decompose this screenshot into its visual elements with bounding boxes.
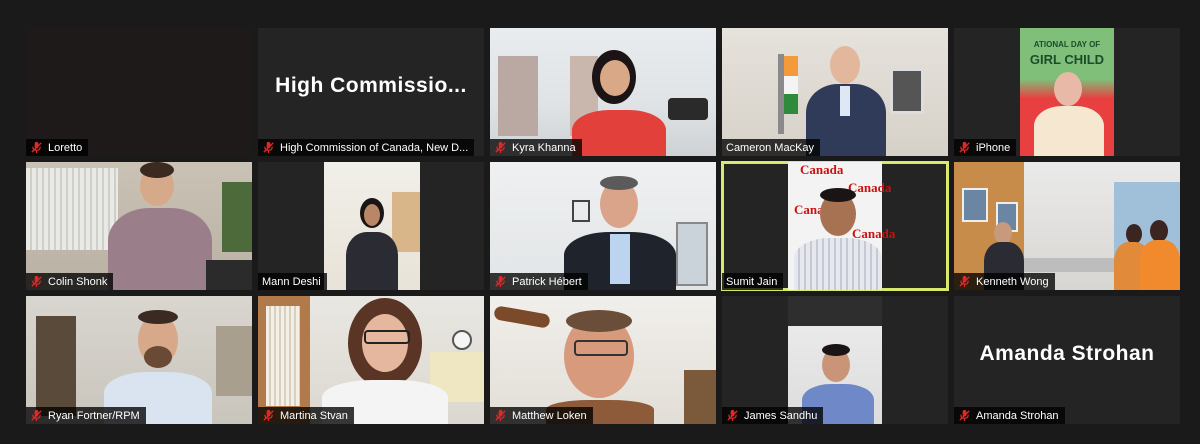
microphone-muted-icon [959,141,970,154]
participant-namebar: Martina Stvan [258,407,354,424]
microphone-muted-icon [495,275,506,288]
video-tile-matthew-loken[interactable]: Matthew Loken [490,296,716,424]
backdrop-canada-text: Canada [800,162,844,177]
participant-name: Sumit Jain [726,275,778,288]
participant-namebar: Loretto [26,139,89,156]
participant-name: High Commission of Canada, New D... [280,141,469,154]
participant-name: Kenneth Wong [976,275,1049,288]
video-feed: ATIONAL DAY OF GIRL CHILD [954,28,1180,156]
microphone-muted-icon [495,409,506,422]
participant-namebar: Colin Shonk [26,273,114,290]
video-tile-loretto[interactable]: Loretto [26,28,252,156]
microphone-muted-icon [959,275,970,288]
participant-namebar: Matthew Loken [490,407,593,424]
video-tile-patrick-hebert[interactable]: Patrick Hébert [490,162,716,290]
participant-name: Loretto [48,141,83,154]
video-tile-high-commission[interactable]: High Commissio... High Commission of Can… [258,28,484,156]
video-feed [490,296,716,424]
participant-namebar: Kyra Khanna [490,139,582,156]
microphone-muted-icon [959,409,970,422]
participant-display-name: Amanda Strohan [979,342,1155,365]
video-tile-james-sandhu[interactable]: James Sandhu [722,296,948,424]
video-tile-iphone[interactable]: ATIONAL DAY OF GIRL CHILD iPhone [954,28,1180,156]
participant-namebar: Patrick Hébert [490,273,588,290]
video-feed [490,28,716,156]
participant-name: Martina Stvan [280,409,348,422]
video-feed [490,162,716,290]
video-tile-ryan-fortner[interactable]: Ryan Fortner/RPM [26,296,252,424]
video-feed [258,296,484,424]
microphone-muted-icon [495,141,506,154]
video-feed [258,162,484,290]
participant-namebar: Cameron MacKay [722,139,821,156]
video-tile-kyra-khanna[interactable]: Kyra Khanna [490,28,716,156]
participant-name: Mann Deshi [262,275,321,288]
video-feed [722,28,948,156]
participant-namebar: Mann Deshi [258,273,327,290]
video-feed [722,296,948,424]
participant-namebar: Sumit Jain [722,273,784,290]
video-tile-martina-stvan[interactable]: Martina Stvan [258,296,484,424]
video-feed [26,296,252,424]
video-tile-sumit-jain[interactable]: Canada Canada Canada Canada Sumit Jain [721,161,949,291]
video-feed: Canada Canada Canada Canada [722,162,948,290]
video-feed [26,162,252,290]
microphone-muted-icon [263,409,274,422]
participant-namebar: Amanda Strohan [954,407,1065,424]
poster-line-2: GIRL CHILD [1029,52,1105,67]
participant-name: iPhone [976,141,1011,154]
microphone-muted-icon [31,409,42,422]
participant-name: Patrick Hébert [512,275,582,288]
video-tile-mann-deshi[interactable]: Mann Deshi [258,162,484,290]
participant-namebar: High Commission of Canada, New D... [258,139,475,156]
microphone-muted-icon [263,141,274,154]
participant-name: Kyra Khanna [512,141,576,154]
video-tile-cameron-mackay[interactable]: Cameron MacKay [722,28,948,156]
participant-name: Colin Shonk [48,275,108,288]
video-tile-colin-shonk[interactable]: Colin Shonk [26,162,252,290]
participant-namebar: iPhone [954,139,1017,156]
microphone-muted-icon [31,141,42,154]
participant-name: James Sandhu [744,409,818,422]
participant-namebar: James Sandhu [722,407,824,424]
poster-line-1: ATIONAL DAY OF [1033,40,1101,49]
participant-namebar: Ryan Fortner/RPM [26,407,146,424]
participant-display-name: High Commissio... [275,74,467,97]
participant-name: Ryan Fortner/RPM [48,409,140,422]
microphone-muted-icon [727,409,738,422]
video-tile-amanda-strohan[interactable]: Amanda Strohan Amanda Strohan [954,296,1180,424]
participant-name: Cameron MacKay [726,141,815,154]
participant-name: Amanda Strohan [976,409,1059,422]
video-gallery: Loretto High Commissio... High Commissio… [0,0,1200,444]
participant-namebar: Kenneth Wong [954,273,1055,290]
video-tile-kenneth-wong[interactable]: Kenneth Wong [954,162,1180,290]
video-feed [954,162,1180,290]
microphone-muted-icon [31,275,42,288]
participant-name: Matthew Loken [512,409,587,422]
